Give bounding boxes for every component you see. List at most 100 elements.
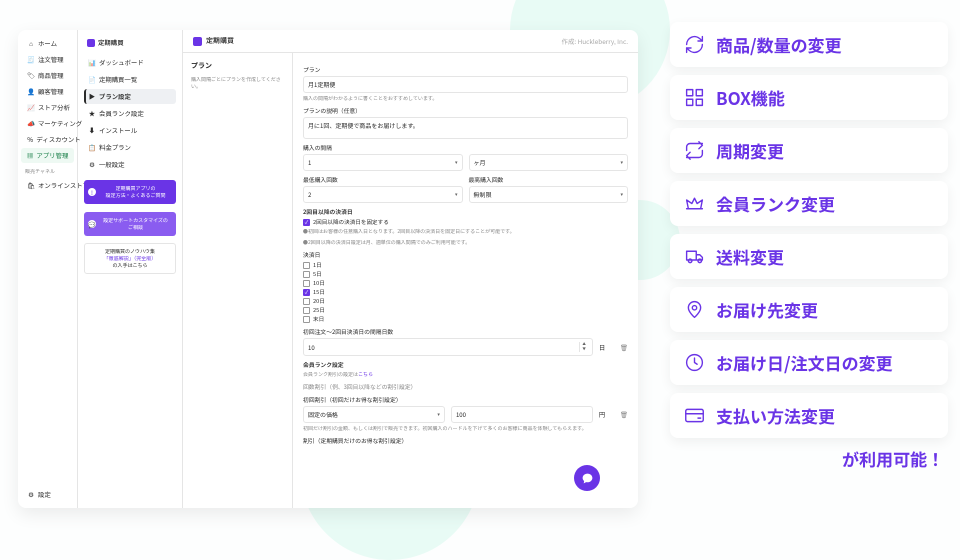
bill-day-checkbox[interactable]: 5日 (303, 270, 628, 278)
play-icon: ▶ (88, 92, 96, 101)
primary-nav: ⌂ホーム 🧾注文管理 🏷商品管理 👤顧客管理 📈ストア分析 📣マーケティング ％… (18, 30, 78, 508)
pnav-item-marketing[interactable]: 📣マーケティング (21, 116, 74, 131)
bill-header: 2回目以降の決済日 (303, 207, 628, 216)
promo-text: 定期購買アプリの 設定方法・よくあるご質問 (99, 185, 172, 199)
feature-label: 周期変更 (716, 138, 784, 163)
bill-day-checkbox[interactable]: 末日 (303, 315, 628, 323)
refresh-icon (684, 34, 705, 55)
plan-desc-input[interactable]: 月に1回、定期便で商品をお届けします。 (303, 117, 628, 139)
intro-title: プラン (191, 61, 284, 71)
snav-item-ranks[interactable]: ★会員ランク設定 (84, 106, 176, 121)
pnav-label: 商品管理 (38, 71, 64, 80)
rank-help-link[interactable]: こちら (358, 371, 373, 378)
promo-note[interactable]: 定期購買のノウハウ集 「徹底解説」（完全版） の入手はこちら (84, 243, 176, 274)
feature-label: 支払い方法変更 (716, 403, 835, 428)
plan-form: プラン 月1定期便 購入の間隔がわかるように書くことをおすすめしています。 プラ… (293, 53, 638, 508)
chevron-down-icon: ▾ (455, 159, 458, 166)
promo-support[interactable]: 💬設定サポートカスタマイズの ご相談 (84, 212, 176, 236)
promo-faq[interactable]: !定期購買アプリの 設定方法・よくあるご質問 (84, 180, 176, 204)
bill-day-checkbox[interactable]: 20日 (303, 297, 628, 305)
price-type-select[interactable]: 固定の価格▾ (303, 406, 445, 423)
interval-unit-select[interactable]: ヶ月▾ (469, 154, 629, 171)
snav-item-pricing[interactable]: 📋料金プラン (84, 140, 176, 155)
chat-icon: 💬 (88, 220, 96, 228)
trash-icon[interactable]: 🗑 (620, 410, 628, 419)
plan-label: プラン (303, 65, 628, 74)
feature-payment: 支払い方法変更 (670, 393, 948, 438)
pnav-label: 顧客管理 (38, 87, 64, 96)
plan-name-input[interactable]: 月1定期便 (303, 76, 628, 93)
marketing-icon: 📣 (27, 119, 35, 128)
rank-label: 会員ランク設定 (303, 360, 628, 369)
pricing-icon: 📋 (88, 143, 96, 152)
feature-label: 送料変更 (716, 244, 784, 269)
pnav-label: ストア分析 (38, 103, 70, 112)
bill-day-checkbox[interactable]: 1日 (303, 261, 628, 269)
info-icon: ! (88, 188, 96, 196)
store-icon: 🛍 (27, 181, 35, 190)
desc-label: プランの説明（任意） (303, 106, 628, 115)
max-label: 最高購入回数 (469, 175, 629, 184)
availability-text: が利用可能！ (670, 446, 948, 471)
max-select[interactable]: 無制限▾ (469, 186, 629, 203)
secondary-nav: 定期購買 📊ダッシュボード 📄定期購買一覧 ▶プラン設定 ★会員ランク設定 ⬇イ… (78, 30, 183, 508)
bill-day-label: 末日 (313, 315, 324, 323)
snav-item-settings[interactable]: ⚙一般設定 (84, 157, 176, 172)
pnav-item-home[interactable]: ⌂ホーム (21, 36, 74, 51)
pnav-item-discounts[interactable]: ％ディスカウント (21, 132, 74, 147)
feature-label: お届け先変更 (716, 297, 818, 322)
gear-icon: ⚙ (27, 490, 35, 499)
chevron-down-icon: ▾ (455, 191, 458, 198)
first-label: 初回割引（初回だけお得な割引設定） (303, 395, 628, 404)
bill-day-checkbox[interactable]: 25日 (303, 306, 628, 314)
bill-day-label: 25日 (313, 306, 325, 314)
bill-day-checkbox[interactable]: ✓15日 (303, 288, 628, 296)
note-link[interactable]: 「徹底解説」（完全版） (104, 255, 157, 262)
trash-icon[interactable]: 🗑 (620, 343, 628, 352)
min-label: 最低購入回数 (303, 175, 463, 184)
pnav-label: ディスカウント (36, 135, 80, 144)
gap-number-input[interactable]: 10▲▼ (303, 338, 593, 356)
bill-day-label: 1日 (313, 261, 322, 269)
snav-label: 料金プラン (99, 143, 131, 152)
app-name: 定期購買 (84, 36, 176, 53)
feature-box: BOX機能 (670, 75, 948, 120)
snav-label: プラン設定 (99, 92, 131, 101)
pnav-item-customers[interactable]: 👤顧客管理 (21, 84, 74, 99)
chat-bubble-icon[interactable] (574, 465, 600, 491)
pin-icon (684, 299, 705, 320)
feature-product-change: 商品/数量の変更 (670, 22, 948, 67)
orders-icon: 🧾 (27, 55, 35, 64)
min-select[interactable]: 2▾ (303, 186, 463, 203)
bill-day-label: 決済日 (303, 250, 628, 259)
pnav-item-online-store[interactable]: 🛍オンラインストア👁 (21, 178, 74, 193)
rank-help-prefix: 会員ランク割引の設定は (303, 371, 358, 378)
checkbox-icon (303, 271, 310, 278)
snav-item-install[interactable]: ⬇インストール (84, 123, 176, 138)
price-value-input[interactable]: 100 (451, 406, 593, 423)
pnav-item-products[interactable]: 🏷商品管理 (21, 68, 74, 83)
snav-item-subscriptions[interactable]: 📄定期購買一覧 (84, 72, 176, 87)
analytics-icon: 📈 (27, 103, 35, 112)
bill-fix-checkbox[interactable]: ✓2回目以降の決済日を固定する (303, 218, 628, 226)
pnav-item-orders[interactable]: 🧾注文管理 (21, 52, 74, 67)
app-logo-icon (87, 39, 95, 47)
interval-number-select[interactable]: 1▾ (303, 154, 463, 171)
pnav-item-analytics[interactable]: 📈ストア分析 (21, 100, 74, 115)
pnav-item-apps[interactable]: ▦アプリ管理 (21, 148, 74, 163)
form-intro: プラン 購入間隔ごとにプランを作成してください。 (183, 53, 293, 508)
bill-day-checkbox[interactable]: 10日 (303, 279, 628, 287)
pnav-item-settings[interactable]: ⚙設定 (21, 487, 74, 502)
stepper-icon[interactable]: ▲▼ (579, 342, 588, 352)
bill-day-options: 1日5日10日✓15日20日25日末日 (303, 261, 628, 323)
snav-item-plans[interactable]: ▶プラン設定 (84, 89, 176, 104)
pnav-label: ホーム (38, 39, 57, 48)
checkbox-icon (303, 307, 310, 314)
star-icon: ★ (88, 109, 96, 118)
checkbox-icon (303, 316, 310, 323)
bill-note2: ●2回目以降の決済日設定は月、週単位の購入間隔でのみご利用可能です。 (303, 239, 628, 246)
snav-item-dashboard[interactable]: 📊ダッシュボード (84, 55, 176, 70)
titlebar: 定期購買 作成: Huckleberry, Inc. (183, 30, 638, 53)
feature-list: 商品/数量の変更 BOX機能 周期変更 会員ランク変更 送料変更 お届け先変更 … (670, 22, 948, 471)
maker-text: 作成: Huckleberry, Inc. (562, 37, 628, 46)
